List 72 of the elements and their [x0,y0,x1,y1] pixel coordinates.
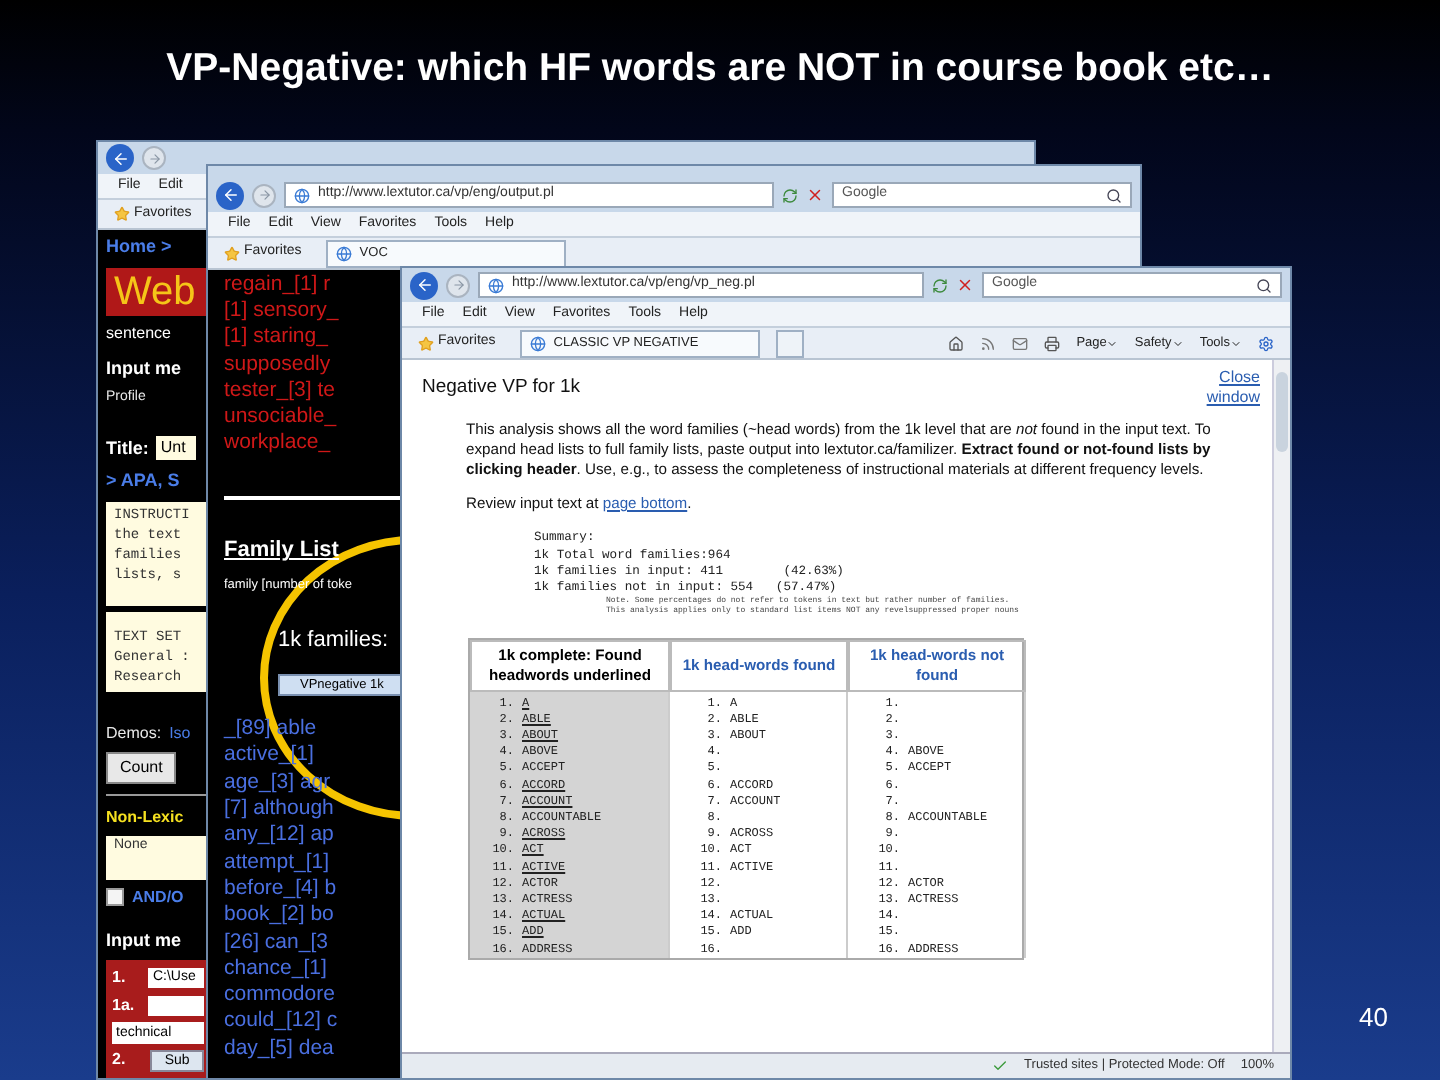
feed-icon[interactable] [980,335,997,351]
close-window-link[interactable]: Close window [1192,368,1260,408]
chevron-down-icon [1171,337,1184,349]
non-lexical-label: Non-Lexic [106,805,184,829]
forward-arrow-icon [451,278,465,292]
new-tab-button[interactable] [775,329,804,357]
search-icon[interactable] [1256,277,1272,293]
search-icon[interactable] [1106,187,1122,203]
section-heading: Input me [106,927,181,954]
settings-icon[interactable] [1258,335,1274,351]
scrollbar[interactable] [1272,360,1290,1052]
forward-arrow-icon [147,151,161,166]
word-entry: workplace_ [224,430,331,457]
step-number: 1a. [112,994,137,1018]
and-or-checkbox[interactable] [106,888,124,906]
word-entry: any_[12] ap [224,822,334,850]
demos-label: Demos: [106,721,162,745]
file-path-field[interactable] [148,996,204,1016]
stop-icon[interactable] [956,276,974,294]
home-icon[interactable] [948,335,965,351]
back-button[interactable] [106,144,134,173]
word-entry: [1] staring_ [224,324,328,352]
page-icon [294,187,310,203]
word-entry: supposedly [224,351,331,378]
site-banner: Web [106,267,206,315]
word-entry: regain_[1] r [224,272,331,299]
title-field[interactable]: Unt [156,436,197,461]
style-links[interactable]: > APA, S [106,468,180,495]
chevron-down-icon [1106,337,1119,349]
word-entry: chance_[1] [224,955,327,983]
title-label: Title: [106,435,149,461]
section-heading: Input me [106,355,181,382]
word-entry: tester_[3] te [224,377,335,405]
step-number: 1. [112,966,128,990]
breadcrumb-link[interactable]: Home > [106,234,172,261]
count-button[interactable]: Count [106,751,177,783]
word-entry: [7] although [224,796,334,823]
mail-icon[interactable] [1012,335,1029,351]
back-arrow-icon [221,186,239,204]
word-entry: book_[2] bo [224,902,334,930]
back-button[interactable] [410,271,438,299]
step-number: 2. [112,1048,128,1072]
slide-title: VP-Negative: which HF words are NOT in course book etc… [166,44,1274,94]
banner-subtitle: sentence [106,321,171,345]
word-entry: day_[5] dea [224,1035,334,1063]
family-list-heading: Family List [224,536,339,567]
print-icon[interactable] [1044,335,1061,351]
word-entry: [1] sensory_ [224,298,339,325]
star-icon [114,205,130,222]
families-label: 1k families: [278,625,389,656]
word-entry: unsociable_ [224,404,337,431]
word-entry: attempt_[1] [224,849,330,876]
star-icon [418,335,434,351]
and-or-label: AND/O [132,885,184,909]
page-icon [488,277,504,293]
refresh-icon[interactable] [932,277,948,293]
word-entry: could_[12] c [224,1008,338,1036]
checkmark-icon [992,1058,1009,1074]
back-arrow-icon [111,149,129,168]
page-heading: Negative VP for 1k [422,374,581,402]
forward-arrow-icon [257,188,271,202]
back-button[interactable] [216,181,244,209]
chevron-down-icon [1230,337,1242,349]
word-entry: commodore [224,982,335,1009]
star-icon [224,245,240,261]
page-number: 40 [1359,999,1388,1035]
stop-icon[interactable] [806,186,824,204]
back-arrow-icon [415,276,433,294]
word-entry: [26] can_[3 [224,929,328,956]
word-entry: before_[4] b [224,875,337,903]
refresh-icon[interactable] [782,187,798,203]
demo-link[interactable]: Iso [169,721,191,745]
